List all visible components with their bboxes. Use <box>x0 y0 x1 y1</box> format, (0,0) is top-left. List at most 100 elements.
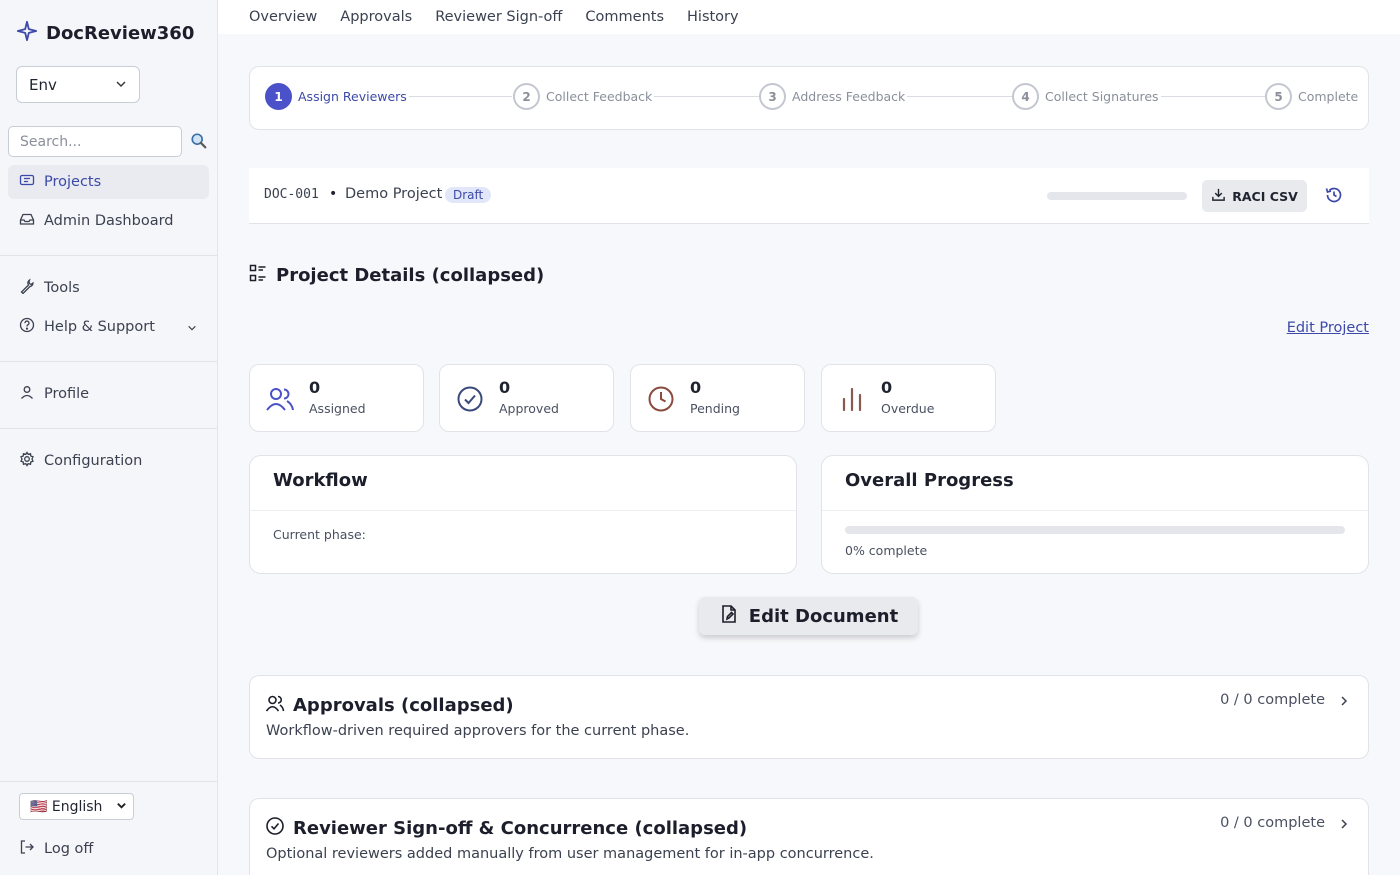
users-icon <box>265 384 295 418</box>
step-number: 1 <box>265 83 292 110</box>
stat-label: Pending <box>690 401 740 416</box>
sparkle-icon <box>16 20 38 46</box>
sidebar-item-label: Projects <box>44 174 102 190</box>
stat-label: Assigned <box>309 401 366 416</box>
logout-label: Log off <box>44 841 94 857</box>
language-select[interactable]: 🇺🇸 English <box>19 793 134 820</box>
check-circle-icon <box>455 384 485 418</box>
language-label: 🇺🇸 English <box>30 798 103 815</box>
clock-icon <box>646 384 676 418</box>
stat-value: 0 <box>499 378 511 397</box>
stat-label: Approved <box>499 401 559 416</box>
brand[interactable]: DocReview360 <box>16 20 194 46</box>
sidebar-item-label: Configuration <box>44 453 143 469</box>
workflow-card: Workflow Current phase: <box>249 455 797 574</box>
chevron-down-icon <box>115 76 127 94</box>
stat-value: 0 <box>690 378 702 397</box>
workflow-stepper: 1 Assign Reviewers 2 Collect Feedback 3 … <box>249 66 1369 130</box>
card-title: Workflow <box>273 470 368 491</box>
step-label: Collect Signatures <box>1045 89 1159 104</box>
sidebar-item-projects[interactable]: Projects <box>8 165 209 199</box>
help-circle-icon <box>19 317 35 337</box>
document-id: DOC-001 <box>264 187 319 202</box>
logout-button[interactable]: Log off <box>8 832 209 866</box>
current-phase-label: Current phase: <box>273 527 366 542</box>
sidebar-item-help-support[interactable]: Help & Support <box>8 310 209 344</box>
overall-progress-bar <box>845 526 1345 534</box>
card-title: Overall Progress <box>845 470 1014 491</box>
panel-title: Reviewer Sign-off & Concurrence (collaps… <box>293 818 748 839</box>
step-assign-reviewers[interactable]: 1 Assign Reviewers <box>265 83 409 110</box>
step-connector <box>647 96 759 97</box>
wrench-icon <box>19 278 35 298</box>
tab-approvals[interactable]: Approvals <box>340 9 412 25</box>
env-select[interactable]: Env <box>16 66 140 103</box>
section-title: Project Details (collapsed) <box>276 265 545 286</box>
sidebar-item-configuration[interactable]: Configuration <box>8 444 209 478</box>
sidebar-item-label: Profile <box>44 386 90 402</box>
sidebar-item-tools[interactable]: Tools <box>8 271 209 305</box>
panel-description: Optional reviewers added manually from u… <box>266 846 874 862</box>
step-label: Collect Feedback <box>546 89 653 104</box>
tab-reviewer-sign-off[interactable]: Reviewer Sign-off <box>435 9 562 25</box>
step-number: 5 <box>1265 83 1292 110</box>
chevron-down-icon <box>187 321 197 337</box>
step-collect-feedback[interactable]: 2 Collect Feedback <box>513 83 655 110</box>
step-address-feedback[interactable]: 3 Address Feedback <box>759 83 908 110</box>
tab-overview[interactable]: Overview <box>249 9 317 25</box>
edit-project-link[interactable]: Edit Project <box>1287 320 1369 336</box>
status-badge: Draft <box>445 187 492 203</box>
step-label: Assign Reviewers <box>298 89 407 104</box>
divider <box>0 255 217 256</box>
file-edit-icon <box>719 604 739 629</box>
step-complete[interactable]: 5 Complete <box>1265 83 1361 110</box>
separator: • <box>329 186 338 202</box>
check-circle-icon <box>265 816 285 841</box>
progress-text: 0% complete <box>845 543 928 558</box>
step-connector <box>1153 96 1265 97</box>
divider <box>0 781 217 782</box>
tab-history[interactable]: History <box>687 9 739 25</box>
sidebar: DocReview360 Env Projects Admin Dashboar… <box>0 0 218 875</box>
inbox-icon <box>19 211 35 231</box>
raci-csv-button[interactable]: RACI CSV <box>1202 180 1307 212</box>
step-connector <box>900 96 1012 97</box>
download-icon <box>1211 187 1226 205</box>
approvals-panel[interactable]: Approvals (collapsed) Workflow-driven re… <box>249 675 1369 759</box>
step-number: 4 <box>1012 83 1039 110</box>
search-icon[interactable] <box>190 132 208 154</box>
history-icon[interactable] <box>1324 185 1344 209</box>
logout-icon <box>19 839 35 859</box>
divider <box>0 428 217 429</box>
chevron-right-icon[interactable] <box>1338 817 1350 835</box>
search-input[interactable] <box>8 126 182 157</box>
panel-description: Workflow-driven required approvers for t… <box>266 723 690 739</box>
sidebar-item-profile[interactable]: Profile <box>8 377 209 411</box>
raci-label: RACI CSV <box>1232 188 1298 204</box>
stat-value: 0 <box>309 378 321 397</box>
sidebar-item-admin-dashboard[interactable]: Admin Dashboard <box>8 204 209 238</box>
reviewer-signoff-panel[interactable]: Reviewer Sign-off & Concurrence (collaps… <box>249 798 1369 875</box>
project-details-header[interactable]: Project Details (collapsed) <box>249 264 544 287</box>
step-connector <box>400 96 512 97</box>
step-collect-signatures[interactable]: 4 Collect Signatures <box>1012 83 1161 110</box>
list-details-icon <box>249 264 267 287</box>
stat-assigned: 0 Assigned <box>249 364 424 432</box>
stat-overdue: 0 Overdue <box>821 364 996 432</box>
document-header: DOC-001 • Demo Project Draft RACI CSV <box>249 168 1369 224</box>
gear-icon <box>19 451 35 471</box>
bar-chart-icon <box>837 384 867 418</box>
app-title: DocReview360 <box>46 22 195 44</box>
tab-comments[interactable]: Comments <box>585 9 664 25</box>
stat-pending: 0 Pending <box>630 364 805 432</box>
step-number: 3 <box>759 83 786 110</box>
chevron-down-icon <box>116 799 127 815</box>
edit-document-button[interactable]: Edit Document <box>699 597 918 635</box>
step-label: Complete <box>1298 89 1359 104</box>
completion-count: 0 / 0 complete <box>1220 815 1325 831</box>
stat-approved: 0 Approved <box>439 364 614 432</box>
env-label: Env <box>29 75 57 94</box>
chevron-right-icon[interactable] <box>1338 694 1350 712</box>
document-progress-bar <box>1047 192 1187 200</box>
sidebar-item-label: Help & Support <box>44 319 155 335</box>
